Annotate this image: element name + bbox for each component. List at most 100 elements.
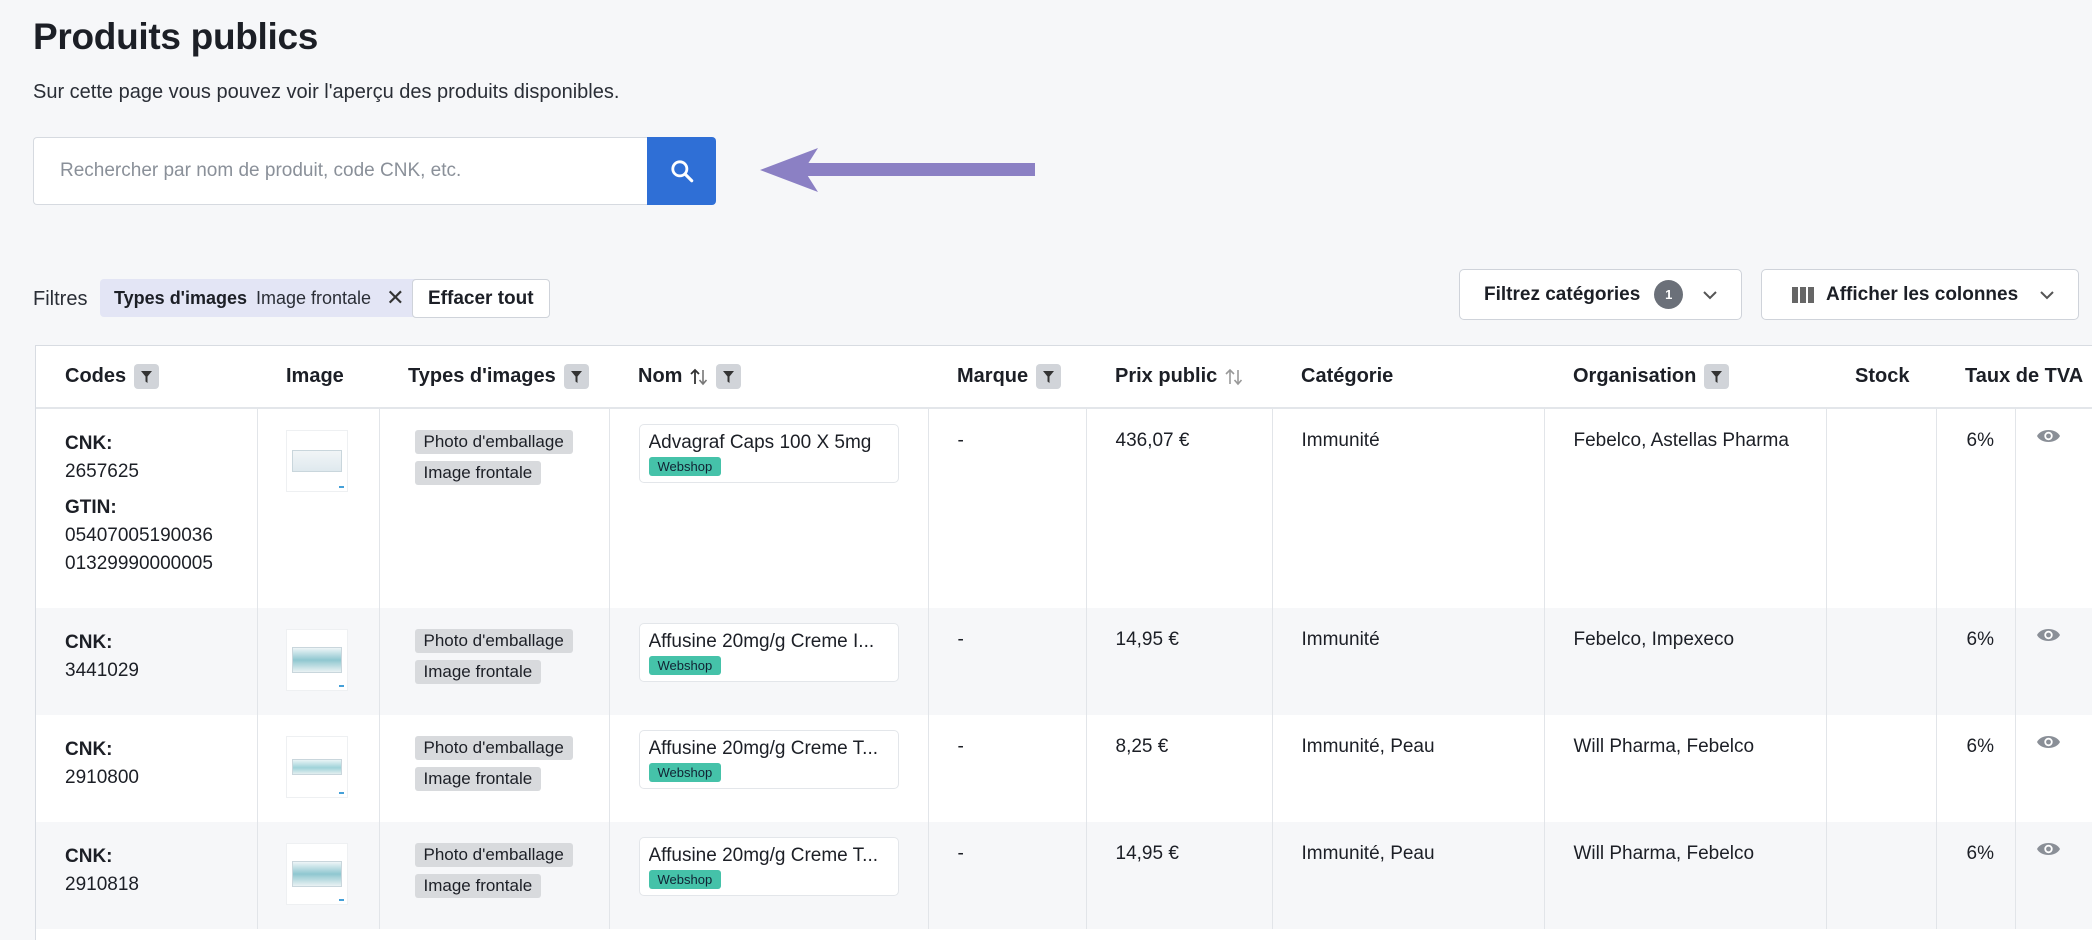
view-cell xyxy=(2015,408,2092,608)
table-header-row: Codes Image Types d'images Nom Marque Pr… xyxy=(36,346,2092,409)
filter-icon[interactable] xyxy=(716,364,742,389)
col-image: Image xyxy=(257,346,379,409)
sort-icon[interactable] xyxy=(1225,367,1243,387)
marque-cell: - xyxy=(928,822,1087,929)
eye-icon[interactable] xyxy=(2036,427,2061,445)
category-count-badge: 1 xyxy=(1654,280,1684,309)
price-cell: 14,95 € xyxy=(1086,608,1273,715)
product-thumbnail[interactable] xyxy=(285,736,348,798)
category-cell: Immunité xyxy=(1272,608,1545,715)
product-name-box[interactable]: Affusine 20mg/g Creme I... Webshop xyxy=(638,623,899,682)
name-cell: Affusine 20mg/g Creme T... Webshop xyxy=(609,822,929,929)
organisation-cell: Will Pharma, Febelco xyxy=(1544,822,1827,929)
product-name-box[interactable]: Advagraf Caps 100 X 5mg Webshop xyxy=(638,424,899,483)
codes-cell: CNK: 2910800 xyxy=(36,715,258,822)
category-cell: Immunité, Peau xyxy=(1272,715,1545,822)
cnk-label: CNK: xyxy=(65,739,113,760)
price-cell: 8,25 € xyxy=(1086,715,1273,822)
product-name: Affusine 20mg/g Creme T... xyxy=(648,845,879,866)
name-cell: Advagraf Caps 100 X 5mg Webshop xyxy=(609,408,929,608)
cnk-label: CNK: xyxy=(65,433,113,454)
types-cell: Photo d'emballage Image frontale xyxy=(379,408,610,608)
organisation-cell: Febelco, Impexeco xyxy=(1544,608,1827,715)
filter-chip-key: Types d'images xyxy=(114,287,247,308)
eye-icon[interactable] xyxy=(2036,626,2061,644)
search-input[interactable] xyxy=(33,137,647,205)
eye-icon[interactable] xyxy=(2036,733,2061,751)
gtin-value: 01329990000005 xyxy=(65,553,213,574)
chevron-down-icon xyxy=(1703,290,1717,299)
filter-icon[interactable] xyxy=(134,364,160,389)
product-name-box[interactable]: Affusine 20mg/g Creme T... Webshop xyxy=(638,730,899,789)
col-marque: Marque xyxy=(928,346,1086,409)
cnk-label: CNK: xyxy=(65,632,113,653)
webshop-badge: Webshop xyxy=(648,656,722,675)
vat-cell: 6% xyxy=(1936,822,2016,929)
table-row[interactable]: CNK: 2657625 GTIN: 05407005190036 0132999000… xyxy=(36,408,2092,608)
product-thumbnail[interactable] xyxy=(285,629,348,691)
columns-dropdown[interactable]: Afficher les colonnes xyxy=(1761,269,2079,320)
image-type-tag: Photo d'emballage xyxy=(414,430,573,454)
col-types: Types d'images xyxy=(379,346,609,409)
product-thumbnail[interactable] xyxy=(285,430,348,492)
cnk-value: 2657625 xyxy=(65,461,139,482)
webshop-badge: Webshop xyxy=(648,870,722,889)
filter-chip: Types d'images Image frontale ✕ xyxy=(100,279,419,317)
codes-cell: CNK: 2910818 xyxy=(36,822,258,929)
types-cell: Photo d'emballage Image frontale xyxy=(379,822,610,929)
name-cell: Affusine 20mg/g Creme T... Webshop xyxy=(609,715,929,822)
image-type-tag: Image frontale xyxy=(414,767,542,791)
col-tva: Taux de TVA xyxy=(1936,346,2092,409)
chevron-down-icon xyxy=(2040,290,2054,299)
vat-cell: 6% xyxy=(1936,715,2016,822)
col-nom: Nom xyxy=(609,346,928,409)
eye-icon[interactable] xyxy=(2036,840,2061,858)
table-row[interactable]: CNK: 2910818 Photo d'emballage Image fronta… xyxy=(36,822,2092,929)
image-type-tag: Image frontale xyxy=(414,660,542,684)
marque-cell: - xyxy=(928,715,1087,822)
table-row[interactable]: CNK: 3441029 Photo d'emballage Image fronta… xyxy=(36,608,2092,715)
clear-all-button[interactable]: Effacer tout xyxy=(412,279,550,318)
search-button[interactable] xyxy=(647,137,716,205)
table-row[interactable]: CNK: 2910800 Photo d'emballage Image fronta… xyxy=(36,715,2092,822)
marque-cell: - xyxy=(928,608,1087,715)
image-type-tag: Image frontale xyxy=(414,461,542,485)
image-type-tag: Photo d'emballage xyxy=(414,629,573,653)
pointer-arrow-icon xyxy=(760,148,1035,192)
search-bar xyxy=(33,137,716,205)
columns-label: Afficher les colonnes xyxy=(1826,283,2019,305)
category-filter-dropdown[interactable]: Filtrez catégories 1 xyxy=(1459,269,1742,320)
col-prix: Prix public xyxy=(1086,346,1272,409)
view-cell xyxy=(2015,608,2092,715)
product-name: Advagraf Caps 100 X 5mg xyxy=(648,432,872,453)
category-cell: Immunité xyxy=(1272,408,1545,608)
image-type-tag: Photo d'emballage xyxy=(414,736,573,760)
stock-cell xyxy=(1826,608,1937,715)
filter-icon[interactable] xyxy=(1704,364,1730,389)
organisation-cell: Will Pharma, Febelco xyxy=(1544,715,1827,822)
filter-chip-value: Image frontale xyxy=(256,287,372,308)
col-codes: Codes xyxy=(36,346,257,409)
sort-icon[interactable] xyxy=(690,367,708,387)
filter-icon[interactable] xyxy=(563,364,589,389)
stock-cell xyxy=(1826,822,1937,929)
image-cell xyxy=(257,608,380,715)
col-categorie: Catégorie xyxy=(1272,346,1544,409)
image-cell xyxy=(257,822,380,929)
product-name-box[interactable]: Affusine 20mg/g Creme T... Webshop xyxy=(638,837,899,896)
col-stock: Stock xyxy=(1826,346,1936,409)
organisation-cell: Febelco, Astellas Pharma xyxy=(1544,408,1827,608)
filters-label: Filtres xyxy=(33,288,88,310)
gtin-value: 05407005190036 xyxy=(65,525,213,546)
cnk-value: 3441029 xyxy=(65,660,139,681)
vat-cell: 6% xyxy=(1936,608,2016,715)
close-icon[interactable]: ✕ xyxy=(386,285,404,311)
columns-icon xyxy=(1792,286,1814,303)
image-type-tag: Image frontale xyxy=(414,874,542,898)
stock-cell xyxy=(1826,408,1937,608)
image-cell xyxy=(257,715,380,822)
page-title: Produits publics xyxy=(33,16,319,57)
product-thumbnail[interactable] xyxy=(285,843,348,905)
filter-icon[interactable] xyxy=(1036,364,1062,389)
products-table: Codes Image Types d'images Nom Marque Pr… xyxy=(35,345,2092,940)
